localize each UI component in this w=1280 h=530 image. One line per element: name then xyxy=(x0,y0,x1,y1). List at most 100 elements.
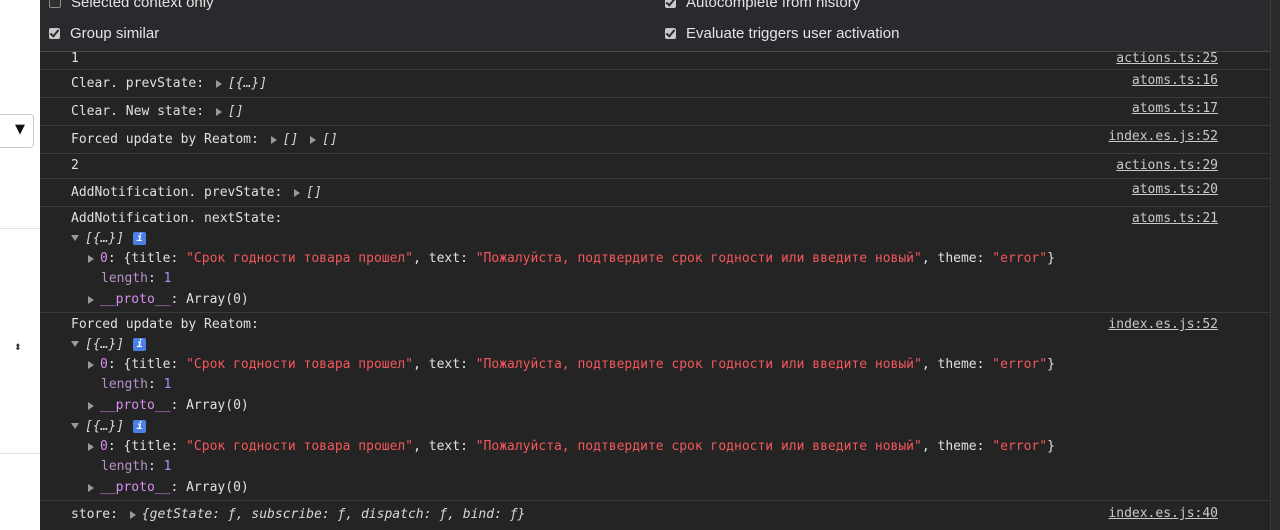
evaluate-triggers-option[interactable]: Evaluate triggers user activation xyxy=(665,24,899,44)
info-icon[interactable]: i xyxy=(133,338,147,351)
array-preview[interactable]: [] xyxy=(228,104,244,119)
array-tree-header[interactable]: [{…}] i xyxy=(71,337,147,352)
console-message: store: {getState: ƒ, subscribe: ƒ, dispa… xyxy=(40,501,1270,530)
expand-triangle-icon[interactable] xyxy=(88,254,94,263)
log-label: Forced update by Reatom: xyxy=(71,132,259,147)
array-preview[interactable]: [] xyxy=(322,132,338,147)
log-label: Clear. New state: xyxy=(71,104,205,119)
length-property: length: 1 xyxy=(101,459,172,474)
log-label: Forced update by Reatom: xyxy=(71,317,259,332)
array-tree-header[interactable]: [{…}] i xyxy=(71,231,147,246)
length-property: length: 1 xyxy=(101,377,172,392)
expand-triangle-icon[interactable] xyxy=(88,483,94,492)
array-preview[interactable]: [] xyxy=(306,185,322,200)
console-message: 2 actions.ts:29 xyxy=(40,154,1270,179)
group-similar-label: Group similar xyxy=(70,25,160,42)
collapse-triangle-icon[interactable] xyxy=(71,422,79,429)
array-item-0[interactable]: 0: {title: "Срок годности товара прошел"… xyxy=(88,439,1055,454)
text-key: text xyxy=(428,251,461,266)
checkbox-icon[interactable] xyxy=(49,0,61,9)
array-tree-header[interactable]: [{…}] i xyxy=(71,419,147,434)
console-message: Clear. New state: [] atoms.ts:17 xyxy=(40,98,1270,126)
theme-value: "error" xyxy=(992,251,1048,266)
array-summary: [{…}] xyxy=(85,231,125,246)
console-message: AddNotification. prevState: [] atoms.ts:… xyxy=(40,179,1270,207)
index-key: 0 xyxy=(100,357,108,372)
log-label: AddNotification. prevState: xyxy=(71,185,283,200)
page-divider xyxy=(0,453,40,454)
title-key: title xyxy=(131,439,171,454)
info-icon[interactable]: i xyxy=(133,232,147,245)
log-label: Clear. prevState: xyxy=(71,76,205,91)
console-message: AddNotification. nextState: atoms.ts:21 … xyxy=(40,207,1270,313)
checkbox-icon[interactable] xyxy=(665,0,676,8)
expand-triangle-icon[interactable] xyxy=(88,360,94,369)
checkbox-icon[interactable] xyxy=(665,27,676,39)
title-key: title xyxy=(131,357,171,372)
selected-context-only-label: Selected context only xyxy=(71,0,214,11)
length-property: length: 1 xyxy=(101,271,172,286)
source-link[interactable]: index.es.js:40 xyxy=(1108,506,1218,521)
page-divider xyxy=(0,228,40,229)
source-link[interactable]: index.es.js:52 xyxy=(1108,317,1218,332)
source-link[interactable]: atoms.ts:21 xyxy=(1132,211,1218,226)
expand-triangle-icon[interactable] xyxy=(88,295,94,304)
page-select[interactable]: ▼ xyxy=(0,114,34,148)
title-value: "Срок годности товара прошел" xyxy=(186,439,414,454)
array-preview[interactable]: [{…}] xyxy=(228,76,267,91)
chevron-down-icon: ▼ xyxy=(15,122,25,137)
array-summary: [{…}] xyxy=(85,419,125,434)
info-icon[interactable]: i xyxy=(133,420,147,433)
expand-triangle-icon[interactable] xyxy=(310,135,317,144)
source-link[interactable]: actions.ts:25 xyxy=(1116,51,1218,66)
theme-value: "error" xyxy=(992,357,1048,372)
source-link[interactable]: atoms.ts:20 xyxy=(1132,182,1218,197)
theme-value: "error" xyxy=(992,439,1048,454)
text-value: "Пожалуйста, подтвердите срок годности и… xyxy=(475,251,922,266)
log-label: store: xyxy=(71,507,118,522)
inspected-page-strip: ▼ ⬍ xyxy=(0,0,41,530)
array-item-0[interactable]: 0: {title: "Срок годности товара прошел"… xyxy=(88,357,1055,372)
autocomplete-from-history-label: Autocomplete from history xyxy=(686,0,861,11)
expand-triangle-icon[interactable] xyxy=(270,135,277,144)
console-scrollbar[interactable] xyxy=(1270,0,1280,530)
expand-triangle-icon[interactable] xyxy=(215,107,222,116)
text-value: "Пожалуйста, подтвердите срок годности и… xyxy=(475,439,922,454)
console-settings-panel: Selected context only Group similar Auto… xyxy=(40,0,1270,52)
collapse-triangle-icon[interactable] xyxy=(71,234,79,241)
expand-triangle-icon[interactable] xyxy=(129,510,136,519)
text-value: "Пожалуйста, подтвердите срок годности и… xyxy=(475,357,922,372)
console-message: 1 actions.ts:25 xyxy=(40,51,1270,70)
checkbox-icon[interactable] xyxy=(49,27,60,39)
source-link[interactable]: index.es.js:52 xyxy=(1108,129,1218,144)
expand-triangle-icon[interactable] xyxy=(88,442,94,451)
source-link[interactable]: atoms.ts:17 xyxy=(1132,101,1218,116)
index-key: 0 xyxy=(100,439,108,454)
array-preview[interactable]: [] xyxy=(283,132,299,147)
group-similar-option[interactable]: Group similar xyxy=(49,24,159,44)
source-link[interactable]: atoms.ts:16 xyxy=(1132,73,1218,88)
expand-triangle-icon[interactable] xyxy=(88,401,94,410)
evaluate-triggers-label: Evaluate triggers user activation xyxy=(686,25,900,42)
expand-triangle-icon[interactable] xyxy=(215,79,222,88)
proto-property[interactable]: __proto__: Array(0) xyxy=(88,292,249,307)
selected-context-only-option[interactable]: Selected context only xyxy=(49,0,214,13)
sort-updown-icon[interactable]: ⬍ xyxy=(14,343,22,353)
title-value: "Срок годности товара прошел" xyxy=(186,251,414,266)
proto-property[interactable]: __proto__: Array(0) xyxy=(88,480,249,495)
expand-triangle-icon[interactable] xyxy=(294,188,301,197)
text-key: text xyxy=(428,439,461,454)
log-text: 2 xyxy=(71,158,79,173)
source-link[interactable]: actions.ts:29 xyxy=(1116,158,1218,173)
autocomplete-from-history-option[interactable]: Autocomplete from history xyxy=(665,0,860,13)
theme-key: theme xyxy=(937,251,977,266)
array-summary: [{…}] xyxy=(85,337,125,352)
store-preview[interactable]: {getState: ƒ, subscribe: ƒ, dispatch: ƒ,… xyxy=(142,507,526,522)
theme-key: theme xyxy=(937,439,977,454)
array-item-0[interactable]: 0: {title: "Срок годности товара прошел"… xyxy=(88,251,1055,266)
proto-property[interactable]: __proto__: Array(0) xyxy=(88,398,249,413)
console-log: 1 actions.ts:25 Clear. prevState: [{…}] … xyxy=(40,51,1270,530)
console-message: Clear. prevState: [{…}] atoms.ts:16 xyxy=(40,70,1270,98)
collapse-triangle-icon[interactable] xyxy=(71,340,79,347)
console-message: Forced update by Reatom: [] [] index.es.… xyxy=(40,126,1270,154)
